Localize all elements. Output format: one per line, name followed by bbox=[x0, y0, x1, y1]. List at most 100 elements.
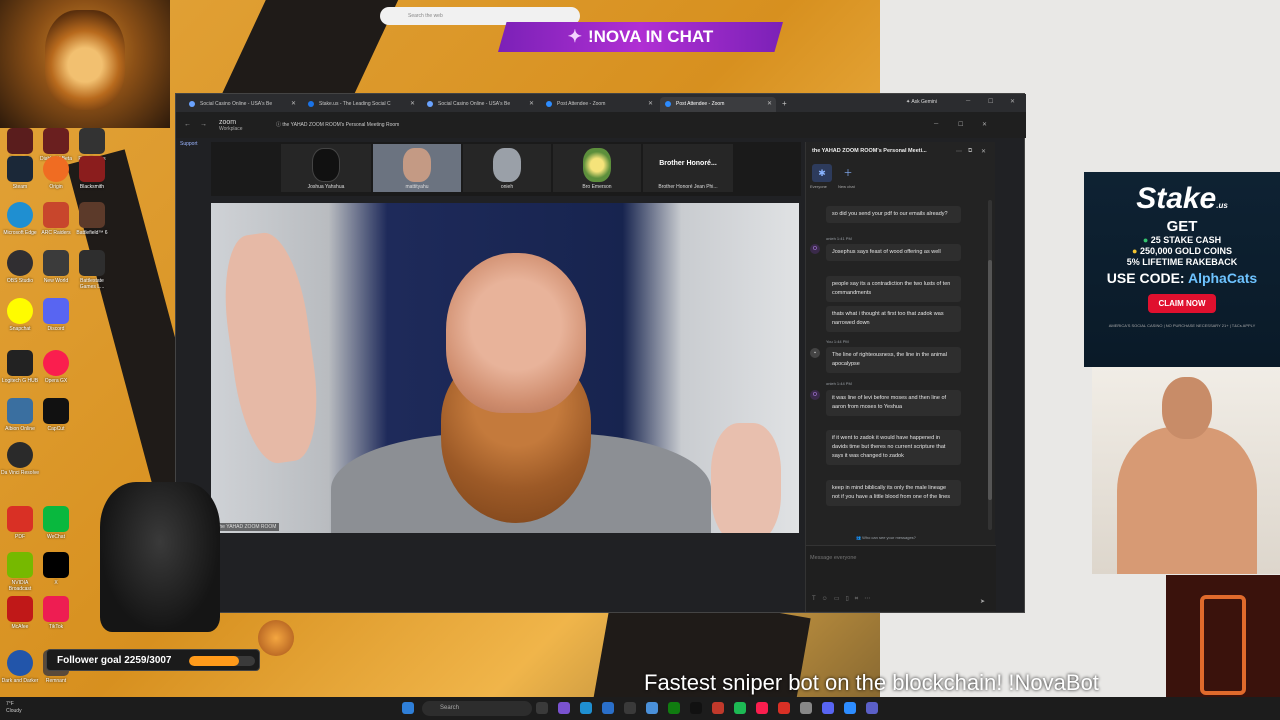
more-icon[interactable]: ⋯ bbox=[864, 596, 876, 602]
participant-tile[interactable]: Bro Emerson bbox=[553, 144, 641, 192]
more-icon[interactable]: ⋯ bbox=[956, 148, 962, 155]
opera-gx-icon[interactable] bbox=[756, 702, 768, 714]
desktop-icon[interactable]: OBS Studio bbox=[0, 250, 40, 284]
explorer-icon[interactable] bbox=[624, 702, 636, 714]
desktop-icon-label: Discord bbox=[47, 326, 65, 332]
desktop-icon[interactable]: Origin bbox=[36, 156, 76, 190]
app-icon[interactable] bbox=[778, 702, 790, 714]
support-link[interactable]: Support bbox=[180, 141, 198, 147]
screenshot-icon[interactable]: ⌗ bbox=[855, 596, 864, 602]
edge-icon[interactable] bbox=[580, 702, 592, 714]
chat-message-meta: onieh 1:41 PM bbox=[826, 236, 852, 241]
close-icon[interactable]: ✕ bbox=[529, 100, 534, 107]
back-arrow-icon[interactable]: ← bbox=[184, 121, 191, 128]
participant-tile[interactable]: Brother Honoré... Brother Honoré Jean Ph… bbox=[643, 144, 733, 192]
desktop-icon[interactable]: Snapchat bbox=[0, 298, 40, 332]
close-icon[interactable]: ✕ bbox=[410, 100, 415, 107]
zoom-icon[interactable] bbox=[844, 702, 856, 714]
copilot-icon[interactable] bbox=[558, 702, 570, 714]
desktop-icon[interactable]: Da Vinci Resolve bbox=[0, 442, 40, 476]
close-icon[interactable]: ✕ bbox=[981, 148, 986, 155]
desktop-icon[interactable]: ARC Raiders bbox=[36, 202, 76, 236]
close-icon[interactable]: ✕ bbox=[291, 100, 296, 107]
new-tab-button[interactable]: + bbox=[779, 97, 793, 112]
file-icon[interactable]: ▯ bbox=[845, 596, 854, 602]
minimize-icon[interactable]: ─ bbox=[934, 121, 938, 127]
everyone-tab[interactable]: ✱ bbox=[812, 164, 832, 182]
desktop-icon[interactable]: X bbox=[36, 552, 76, 586]
maximize-icon[interactable]: ☐ bbox=[958, 121, 963, 128]
desktop-icon[interactable]: Blacksmith bbox=[72, 156, 112, 190]
stake-logo: Stake.us bbox=[1084, 182, 1280, 216]
participant-strip: Joshua Yahshua mattityahu onieh Bro Emer… bbox=[211, 142, 801, 196]
close-icon[interactable]: ✕ bbox=[767, 100, 772, 107]
task-view-icon[interactable] bbox=[536, 702, 548, 714]
xbox-icon[interactable] bbox=[668, 702, 680, 714]
participant-video bbox=[403, 148, 431, 182]
browser-tab[interactable]: Stake.us - The Leading Social C ✕ bbox=[303, 97, 419, 112]
weather-widget[interactable]: 7°F Cloudy bbox=[6, 701, 22, 715]
minimize-icon[interactable]: ─ bbox=[966, 98, 970, 104]
desktop-icon[interactable]: CapCut bbox=[36, 398, 76, 432]
chat-scrollbar-thumb[interactable] bbox=[988, 260, 992, 500]
stake-advertisement[interactable]: Stake.us GET ● 25 STAKE CASH ● 250,000 G… bbox=[1084, 172, 1280, 367]
close-window-icon[interactable]: ✕ bbox=[1010, 98, 1015, 105]
participant-tile[interactable]: mattityahu bbox=[373, 144, 461, 192]
emoji-icon[interactable]: ☺ bbox=[822, 596, 834, 602]
popout-icon[interactable]: ⧉ bbox=[968, 148, 972, 155]
forward-arrow-icon[interactable]: → bbox=[200, 121, 207, 128]
tab-favicon-icon bbox=[546, 101, 552, 107]
close-icon[interactable]: ✕ bbox=[648, 100, 653, 107]
desktop-icon[interactable]: Logitech G HUB bbox=[0, 350, 40, 384]
maximize-icon[interactable]: ☐ bbox=[988, 98, 993, 105]
desktop-icon[interactable]: Dark and Darker bbox=[0, 650, 40, 684]
store-icon[interactable] bbox=[602, 702, 614, 714]
active-speaker-video[interactable]: the YAHAD ZOOM ROOM bbox=[211, 203, 799, 533]
desktop-icon[interactable]: WeChat bbox=[36, 506, 76, 540]
desktop-icon[interactable]: McAfee bbox=[0, 596, 40, 630]
browser-tab[interactable]: Post Attendee - Zoom ✕ bbox=[541, 97, 657, 112]
taskbar: 7°F Cloudy Search bbox=[0, 697, 1280, 720]
browser-tab[interactable]: Social Casino Online - USA's Be ✕ bbox=[422, 97, 538, 112]
who-can-see-messages[interactable]: 👥 Who can see your messages? bbox=[856, 535, 916, 540]
desktop-icon[interactable]: New World bbox=[36, 250, 76, 284]
desktop-icon[interactable]: Battlestate Games L... bbox=[72, 250, 112, 290]
app-icon[interactable] bbox=[712, 702, 724, 714]
desktop-icon[interactable]: NVIDIA Broadcast bbox=[0, 552, 40, 592]
weather-temp: 7°F bbox=[6, 701, 14, 707]
desktop-icon[interactable]: Steam bbox=[0, 156, 40, 190]
browser-tab[interactable]: Social Casino Online - USA's Be ✕ bbox=[184, 97, 300, 112]
windows-start-icon[interactable] bbox=[402, 702, 414, 714]
close-icon[interactable]: ✕ bbox=[982, 121, 987, 128]
chat-message: keep in mind biblically its only the mal… bbox=[826, 480, 961, 506]
desktop-icon[interactable]: PDF bbox=[0, 506, 40, 540]
browser-tab-active[interactable]: Post Attendee - Zoom ✕ bbox=[660, 97, 776, 112]
settings-icon[interactable] bbox=[800, 702, 812, 714]
send-icon[interactable]: ➤ bbox=[980, 598, 985, 605]
x-icon[interactable] bbox=[690, 702, 702, 714]
app-icon[interactable] bbox=[646, 702, 658, 714]
new-chat-tab[interactable]: ＋ bbox=[838, 164, 858, 182]
lion-mane bbox=[45, 10, 125, 110]
chat-message-input[interactable] bbox=[810, 552, 960, 564]
desktop-icon[interactable]: TikTok bbox=[36, 596, 76, 630]
discord-icon[interactable] bbox=[822, 702, 834, 714]
speaker-name-label: the YAHAD ZOOM ROOM bbox=[215, 523, 280, 531]
participant-tile[interactable]: Joshua Yahshua bbox=[281, 144, 371, 192]
ask-gemini-label: Ask Gemini bbox=[911, 99, 937, 105]
desktop-icon[interactable]: Battlefield™ 6 bbox=[72, 202, 112, 236]
taskbar-search[interactable]: Search bbox=[422, 701, 532, 716]
participant-tile[interactable]: onieh bbox=[463, 144, 551, 192]
format-text-icon[interactable]: T bbox=[812, 596, 822, 602]
chat-scrollbar[interactable] bbox=[988, 200, 992, 530]
spotify-icon[interactable] bbox=[734, 702, 746, 714]
ask-gemini-button[interactable]: ✦ Ask Gemini bbox=[906, 99, 937, 105]
desktop-icon[interactable]: Microsoft Edge bbox=[0, 202, 40, 236]
desktop-icon[interactable]: Discord bbox=[36, 298, 76, 332]
claim-now-button[interactable]: CLAIM NOW bbox=[1148, 294, 1216, 313]
desktop-icon[interactable]: Albion Online bbox=[0, 398, 40, 432]
teams-icon[interactable] bbox=[866, 702, 878, 714]
desktop-icon[interactable]: Opera GX bbox=[36, 350, 76, 384]
chat-message-list: so did you send your pdf to our emails a… bbox=[806, 200, 988, 530]
gif-icon[interactable]: ▭ bbox=[834, 596, 846, 602]
